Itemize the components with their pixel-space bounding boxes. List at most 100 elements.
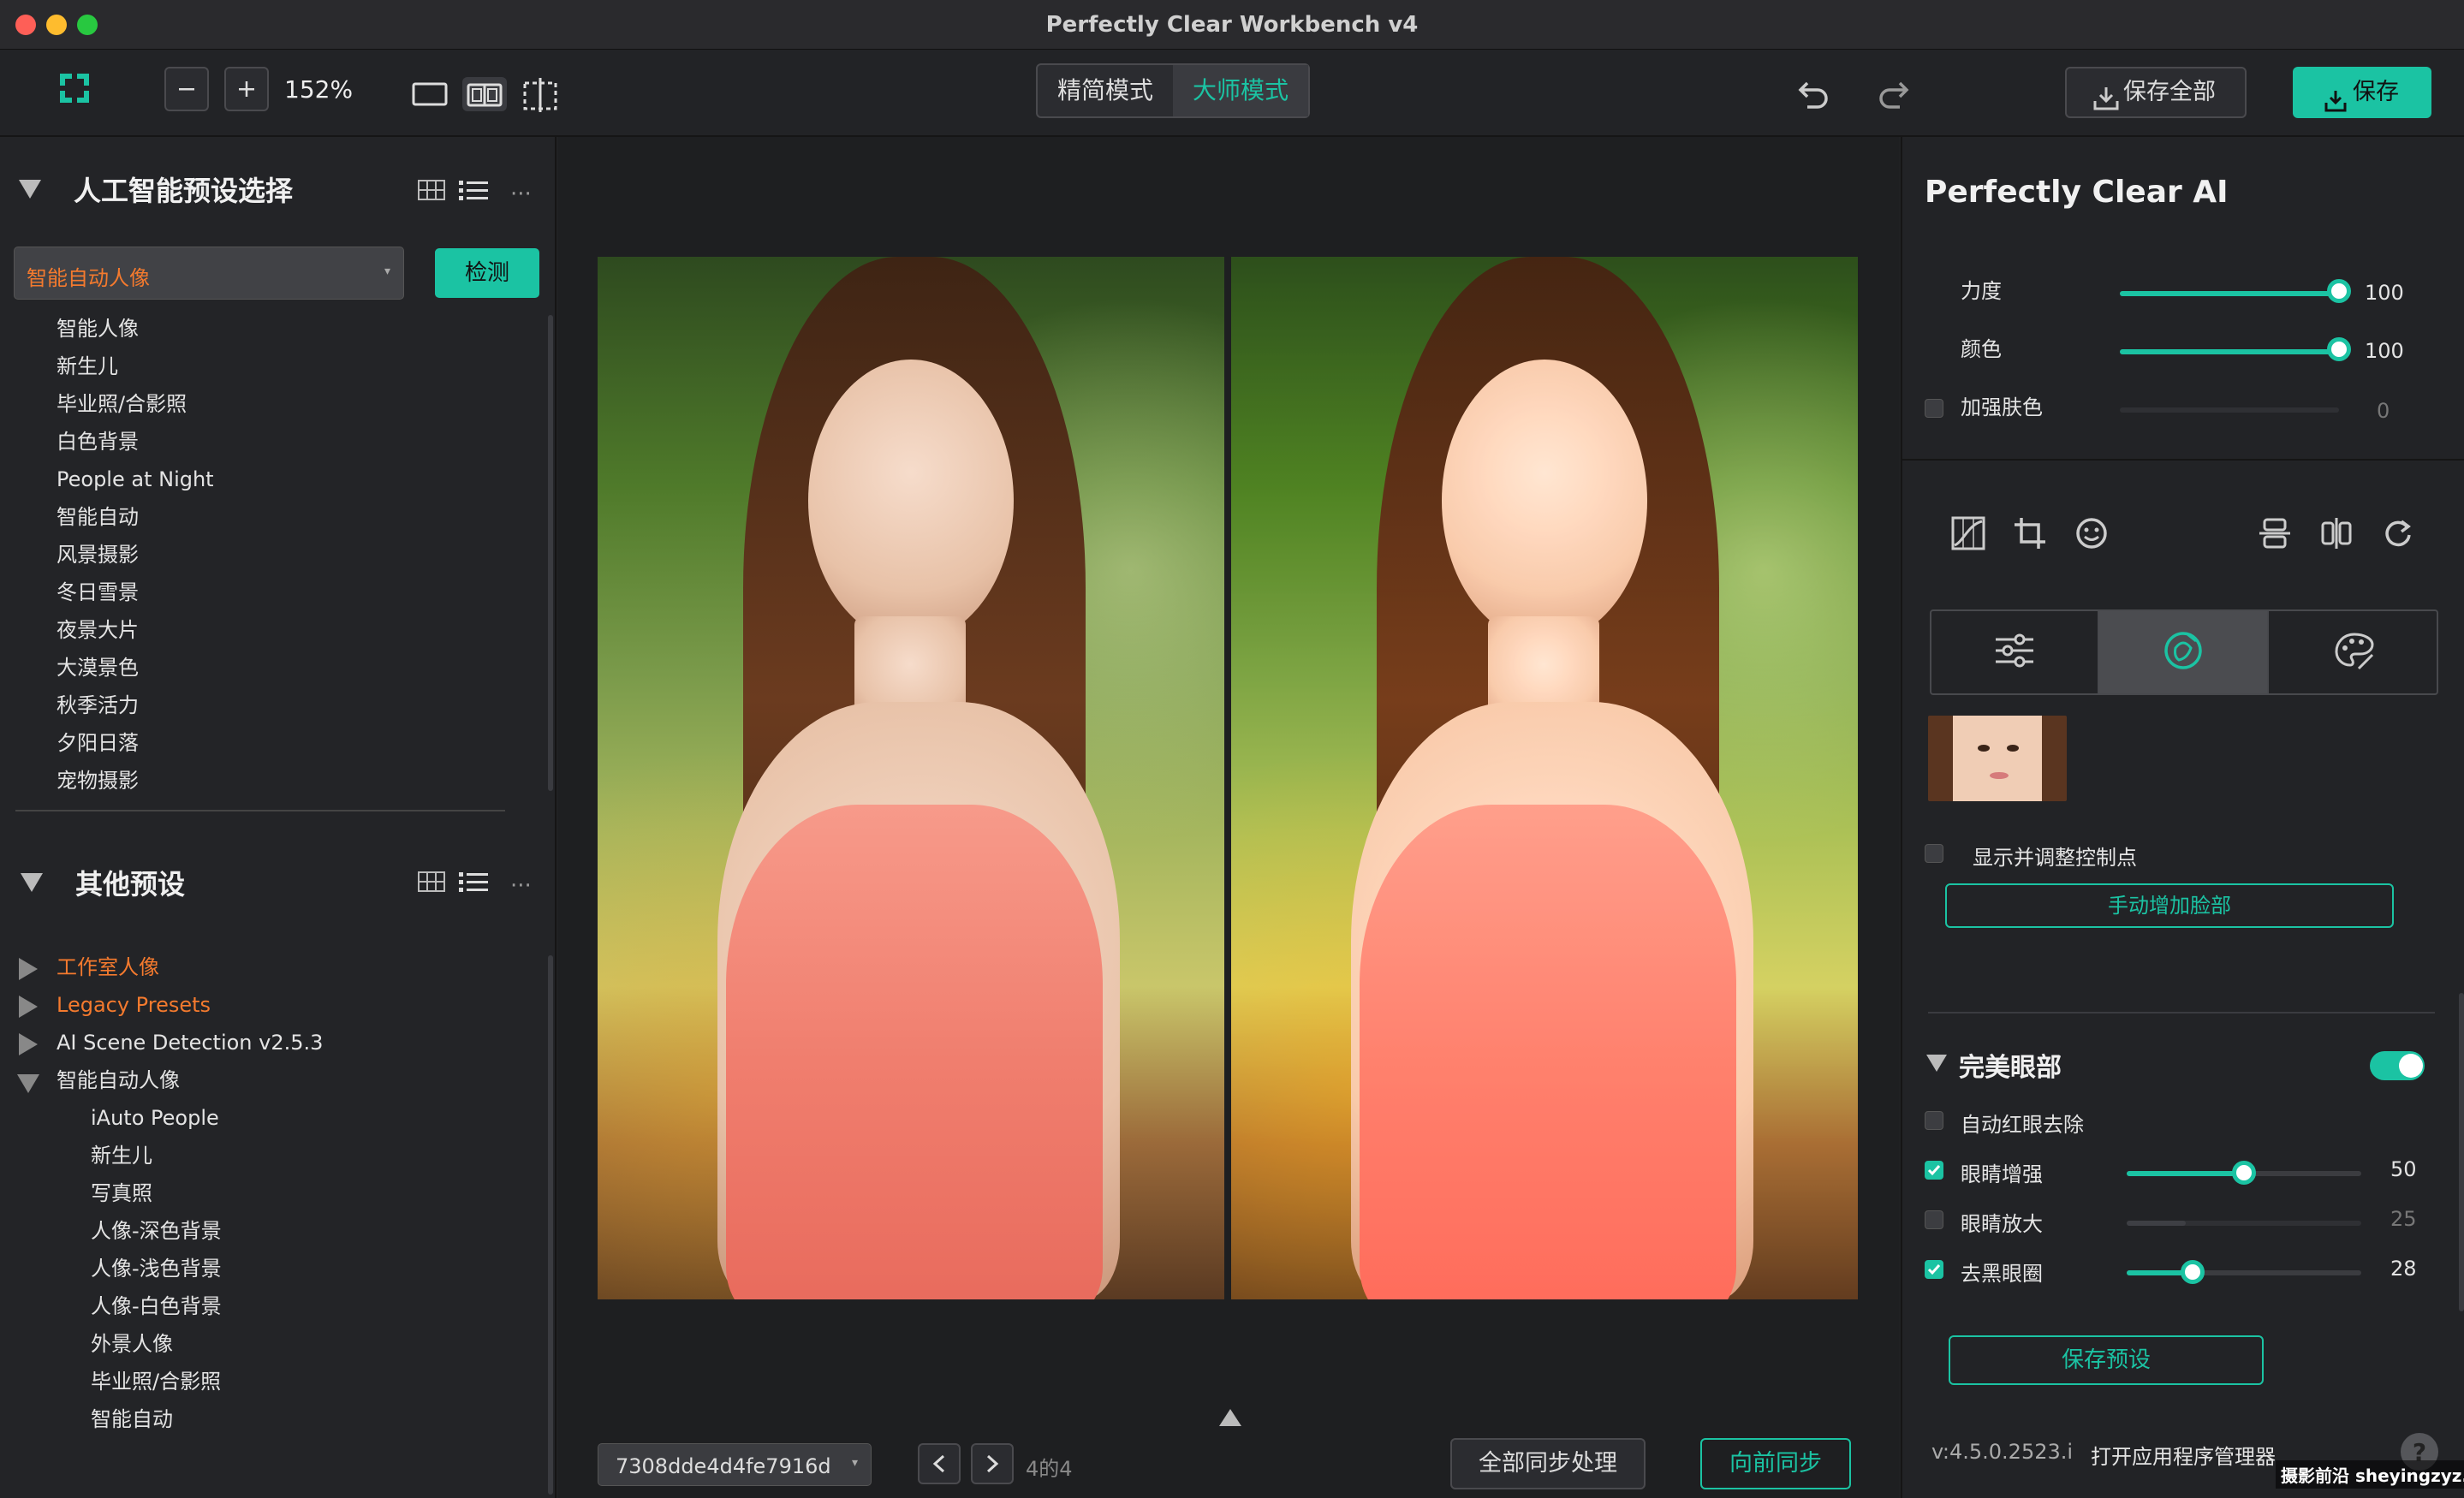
preset-sub-item[interactable]: 毕业照/合影照	[91, 1363, 519, 1400]
save-button[interactable]: 保存	[2293, 67, 2431, 118]
add-face-button[interactable]: 手动增加脸部	[1945, 883, 2394, 928]
filename-dropdown[interactable]: 7308dde4d4fe7916d ▾	[598, 1443, 872, 1486]
face-icon[interactable]	[2072, 514, 2111, 553]
list-view-icon[interactable]	[459, 178, 488, 205]
zoom-in-button[interactable]	[224, 67, 269, 111]
next-image-button[interactable]	[971, 1443, 1014, 1484]
panel-title: Perfectly Clear AI	[1925, 175, 2229, 210]
crop-icon[interactable]	[2010, 514, 2050, 553]
rotate-icon[interactable]	[2378, 514, 2418, 553]
preset-list-item[interactable]: 宠物摄影	[57, 762, 502, 800]
eye-setting-checkbox[interactable]	[1925, 1111, 1943, 1130]
preset-group-label: AI Scene Detection v2.5.3	[57, 1031, 324, 1055]
preset-list-item[interactable]: 冬日雪景	[57, 574, 502, 611]
eye-setting-slider-knob[interactable]	[2180, 1260, 2205, 1284]
sync-forward-button[interactable]: 向前同步	[1700, 1438, 1851, 1489]
eye-setting-slider-knob[interactable]	[2232, 1161, 2256, 1185]
expanded-triangle-icon[interactable]	[17, 1070, 39, 1108]
simple-mode-tab[interactable]: 精简模式	[1038, 65, 1173, 116]
collapse-triangle-icon[interactable]	[1926, 1055, 1947, 1075]
curves-icon[interactable]	[1949, 514, 1988, 553]
corrected-photo[interactable]	[1231, 257, 1858, 1299]
sync-all-button[interactable]: 全部同步处理	[1450, 1438, 1646, 1489]
preset-list-item[interactable]: 智能自动	[57, 498, 502, 536]
ai-face-tab[interactable]	[2099, 611, 2269, 693]
preset-group[interactable]: 智能自动人像	[17, 1061, 514, 1099]
collapse-triangle-icon[interactable]	[19, 180, 41, 202]
undo-icon[interactable]	[1793, 72, 1836, 115]
face-thumbnail[interactable]	[1928, 716, 2067, 801]
skin-tone-value: 0	[2377, 399, 2390, 423]
eye-setting-slider[interactable]	[2127, 1221, 2361, 1226]
preset-list-item[interactable]: 夕阳日落	[57, 724, 502, 762]
chevron-down-icon: ▾	[384, 265, 391, 278]
save-all-button[interactable]: 保存全部	[2065, 67, 2247, 118]
compare-view-icon[interactable]	[521, 75, 560, 115]
preset-dropdown[interactable]: 智能自动人像 ▾	[14, 247, 404, 300]
preset-group[interactable]: Legacy Presets	[17, 986, 514, 1024]
zoom-out-button[interactable]	[164, 67, 209, 111]
list-view-icon[interactable]	[459, 870, 488, 897]
redo-icon[interactable]	[1872, 72, 1914, 115]
sliders-tab[interactable]	[1931, 611, 2099, 693]
eye-setting-value: 25	[2390, 1207, 2417, 1231]
more-options-icon[interactable]: ···	[510, 181, 532, 207]
preset-sub-item[interactable]: 人像-深色背景	[91, 1212, 519, 1250]
preset-group[interactable]: AI Scene Detection v2.5.3	[17, 1024, 514, 1061]
flip-vertical-icon[interactable]	[2255, 514, 2294, 553]
preset-sub-item[interactable]: 外景人像	[91, 1325, 519, 1363]
preset-list-item[interactable]: 秋季活力	[57, 687, 502, 724]
expand-filmstrip-icon[interactable]	[1219, 1409, 1241, 1430]
scrollbar[interactable]	[548, 315, 553, 791]
preset-list-item[interactable]: 毕业照/合影照	[57, 385, 502, 423]
title-bar: Perfectly Clear Workbench v4	[0, 0, 2464, 50]
split-view-icon[interactable]	[462, 77, 507, 111]
preset-sub-item[interactable]: 智能自动	[91, 1400, 519, 1438]
eye-setting-label: 眼睛放大	[1961, 1212, 2043, 1236]
preset-sub-item[interactable]: 新生儿	[91, 1137, 519, 1174]
preset-list-item[interactable]: 风景摄影	[57, 536, 502, 574]
eye-setting-label: 眼睛增强	[1961, 1162, 2043, 1186]
master-mode-tab[interactable]: 大师模式	[1173, 65, 1308, 116]
strength-slider[interactable]	[2120, 291, 2339, 296]
grid-view-icon[interactable]	[418, 871, 445, 895]
preset-list-item[interactable]: 大漠景色	[57, 649, 502, 687]
preset-group-label: 智能自动人像	[57, 1068, 180, 1092]
color-slider[interactable]	[2120, 349, 2339, 354]
eye-setting-slider[interactable]	[2127, 1270, 2361, 1275]
grid-view-icon[interactable]	[418, 180, 445, 204]
open-app-manager-link[interactable]: 打开应用程序管理器	[2091, 1440, 2276, 1470]
more-options-icon[interactable]: ···	[510, 873, 532, 899]
preset-sub-item[interactable]: 人像-浅色背景	[91, 1250, 519, 1287]
preset-list-item[interactable]: 智能人像	[57, 310, 502, 348]
show-control-points-checkbox[interactable]	[1925, 844, 1943, 863]
original-photo[interactable]	[598, 257, 1224, 1299]
previous-image-button[interactable]	[918, 1443, 961, 1484]
preset-list-item[interactable]: 白色背景	[57, 423, 502, 461]
preset-sub-item[interactable]: iAuto People	[91, 1099, 519, 1137]
collapse-triangle-icon[interactable]	[21, 873, 43, 895]
single-view-icon[interactable]	[411, 79, 449, 108]
adjustments-panel: Perfectly Clear AI 力度 100 颜色 100 加强肤色 0	[1901, 137, 2464, 1498]
save-preset-button[interactable]: 保存预设	[1949, 1335, 2264, 1385]
preset-group[interactable]: 工作室人像	[17, 948, 514, 986]
eye-setting-checkbox[interactable]	[1925, 1260, 1943, 1279]
preset-group-label: 工作室人像	[57, 955, 159, 979]
color-slider-knob[interactable]	[2327, 337, 2351, 361]
palette-tab[interactable]	[2271, 611, 2438, 693]
preset-list-item[interactable]: 新生儿	[57, 348, 502, 385]
eye-setting-checkbox[interactable]	[1925, 1210, 1943, 1229]
preset-sub-item[interactable]: 人像-白色背景	[91, 1287, 519, 1325]
detect-button[interactable]: 检测	[435, 248, 539, 298]
strength-slider-knob[interactable]	[2327, 279, 2351, 303]
preset-list-item[interactable]: People at Night	[57, 461, 502, 498]
skin-tone-checkbox[interactable]	[1925, 399, 1943, 418]
flip-horizontal-icon[interactable]	[2317, 514, 2356, 553]
preset-sub-item[interactable]: 写真照	[91, 1174, 519, 1212]
eye-setting-checkbox[interactable]	[1925, 1161, 1943, 1180]
skin-tone-slider[interactable]	[2120, 407, 2339, 413]
scrollbar[interactable]	[2459, 993, 2464, 1311]
preset-list-item[interactable]: 夜景大片	[57, 611, 502, 649]
perfect-eyes-toggle[interactable]	[2370, 1051, 2425, 1080]
scrollbar[interactable]	[548, 955, 553, 1495]
